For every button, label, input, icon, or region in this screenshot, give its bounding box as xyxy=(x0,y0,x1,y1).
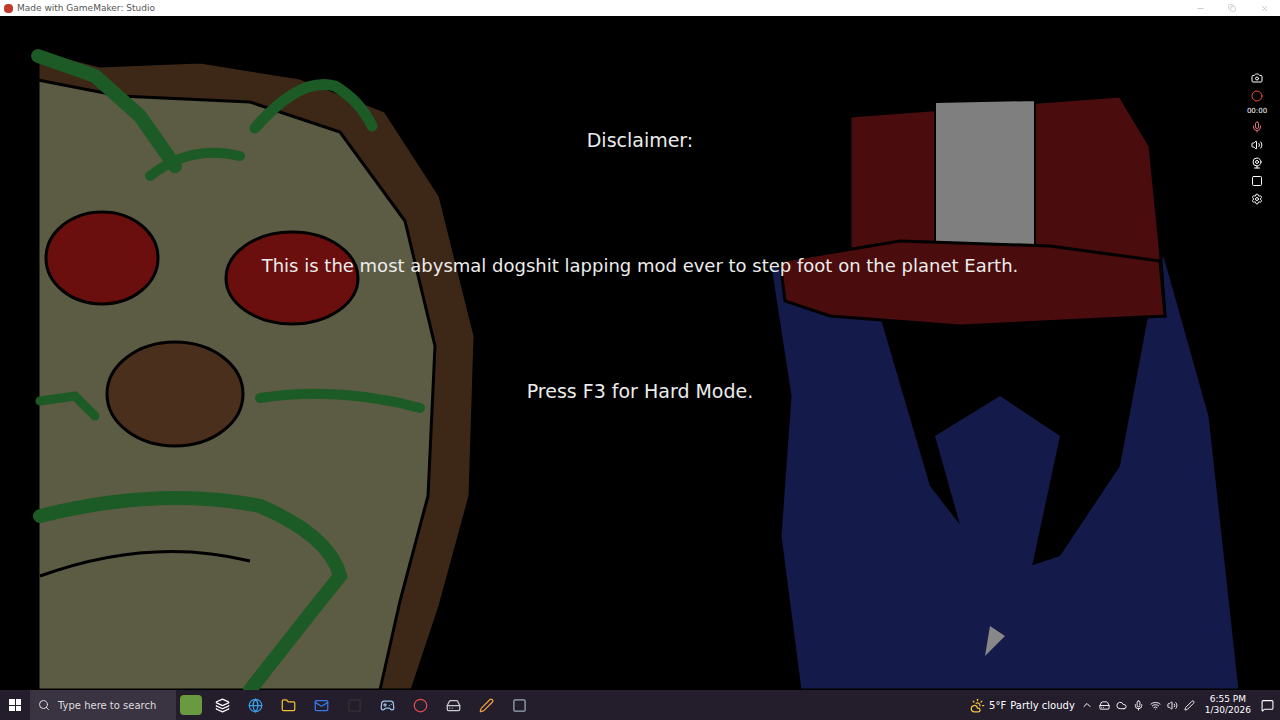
cloud-icon[interactable] xyxy=(1116,700,1127,711)
app-icon xyxy=(446,698,461,713)
start-button[interactable] xyxy=(0,690,30,720)
taskbar-app[interactable] xyxy=(272,690,305,720)
taskbar: Type here to search 5°F Partly cloudy 6:55 … xyxy=(0,690,1280,720)
weather-temperature: 5°F xyxy=(989,698,1006,713)
file-explorer-icon xyxy=(281,698,296,713)
pen-icon[interactable] xyxy=(1184,700,1195,711)
disclaimer-heading: Disclaimer: xyxy=(587,128,694,152)
mail-icon xyxy=(314,698,329,713)
weather-widget[interactable]: 5°F Partly cloudy xyxy=(970,698,1075,713)
clock-time: 6:55 PM xyxy=(1210,695,1246,704)
game-art xyxy=(0,16,1280,690)
weather-condition: Partly cloudy xyxy=(1010,698,1075,713)
volume-icon[interactable] xyxy=(1167,700,1178,711)
drive-icon[interactable] xyxy=(1099,700,1110,711)
recorder-button[interactable] xyxy=(1251,157,1263,169)
screen: Made with GameMaker: Studio 00:00 Disclaim… xyxy=(0,0,1280,720)
taskbar-app[interactable] xyxy=(239,690,272,720)
search-icon xyxy=(38,699,50,711)
search-highlights xyxy=(180,695,202,715)
speaker-icon xyxy=(1251,139,1263,151)
search-placeholder: Type here to search xyxy=(58,698,156,713)
recorder-button[interactable] xyxy=(1251,193,1263,205)
restore-button[interactable] xyxy=(1216,0,1248,16)
minimize-button[interactable] xyxy=(1184,0,1216,16)
game-canvas[interactable]: 00:00 Disclaimer: This is the most abysmal… xyxy=(0,16,1280,690)
gamemaker-icon xyxy=(512,698,527,713)
disclaimer-message: This is the most abysmal dogshit lapping… xyxy=(262,254,1019,278)
close-button[interactable] xyxy=(1248,0,1280,16)
minimize-icon xyxy=(1196,4,1205,13)
search-box[interactable]: Type here to search xyxy=(30,690,176,720)
title-bar: Made with GameMaker: Studio xyxy=(0,0,1280,16)
taskbar-app[interactable] xyxy=(470,690,503,720)
record-icon xyxy=(1251,90,1263,102)
taskbar-app[interactable] xyxy=(206,690,239,720)
taskbar-app[interactable] xyxy=(503,690,536,720)
notifications-icon[interactable] xyxy=(1261,699,1274,712)
weather-icon xyxy=(970,698,985,713)
window-icon xyxy=(1251,175,1263,187)
app-icon xyxy=(479,698,494,713)
taskbar-app[interactable] xyxy=(404,690,437,720)
app-icon xyxy=(413,698,428,713)
edge-icon xyxy=(248,698,263,713)
restore-icon xyxy=(1228,4,1236,12)
task-view-icon xyxy=(215,698,230,713)
clock-date: 1/30/2026 xyxy=(1205,706,1251,715)
steam-icon xyxy=(380,698,395,713)
face-figure xyxy=(38,50,475,690)
microphone-icon xyxy=(1251,121,1263,133)
close-icon xyxy=(1260,4,1269,13)
taskbar-app[interactable] xyxy=(305,690,338,720)
recorder-button[interactable] xyxy=(1251,139,1263,151)
recorder-timer: 00:00 xyxy=(1247,108,1267,115)
recorder-button[interactable] xyxy=(1251,72,1263,84)
recorder-toolbar: 00:00 xyxy=(1248,72,1266,205)
windows-logo-icon xyxy=(9,699,21,711)
webcam-icon xyxy=(1251,157,1263,169)
app-icon xyxy=(347,698,362,713)
network-icon[interactable] xyxy=(1150,700,1161,711)
recorder-button[interactable] xyxy=(1251,121,1263,133)
settings-icon xyxy=(1251,193,1263,205)
recorder-button[interactable] xyxy=(1251,175,1263,187)
taskbar-app[interactable] xyxy=(437,690,470,720)
camera-icon xyxy=(1251,72,1263,84)
app-icon xyxy=(4,4,13,13)
hard-mode-hint: Press F3 for Hard Mode. xyxy=(527,379,754,403)
clock[interactable]: 6:55 PM 1/30/2026 xyxy=(1201,695,1255,715)
capped-figure xyxy=(770,96,1240,690)
window-title: Made with GameMaker: Studio xyxy=(17,4,155,13)
microphone-icon[interactable] xyxy=(1133,700,1144,711)
taskbar-app[interactable] xyxy=(371,690,404,720)
chevron-up-icon[interactable] xyxy=(1081,699,1093,711)
taskbar-app[interactable] xyxy=(338,690,371,720)
recorder-button[interactable] xyxy=(1251,90,1263,102)
